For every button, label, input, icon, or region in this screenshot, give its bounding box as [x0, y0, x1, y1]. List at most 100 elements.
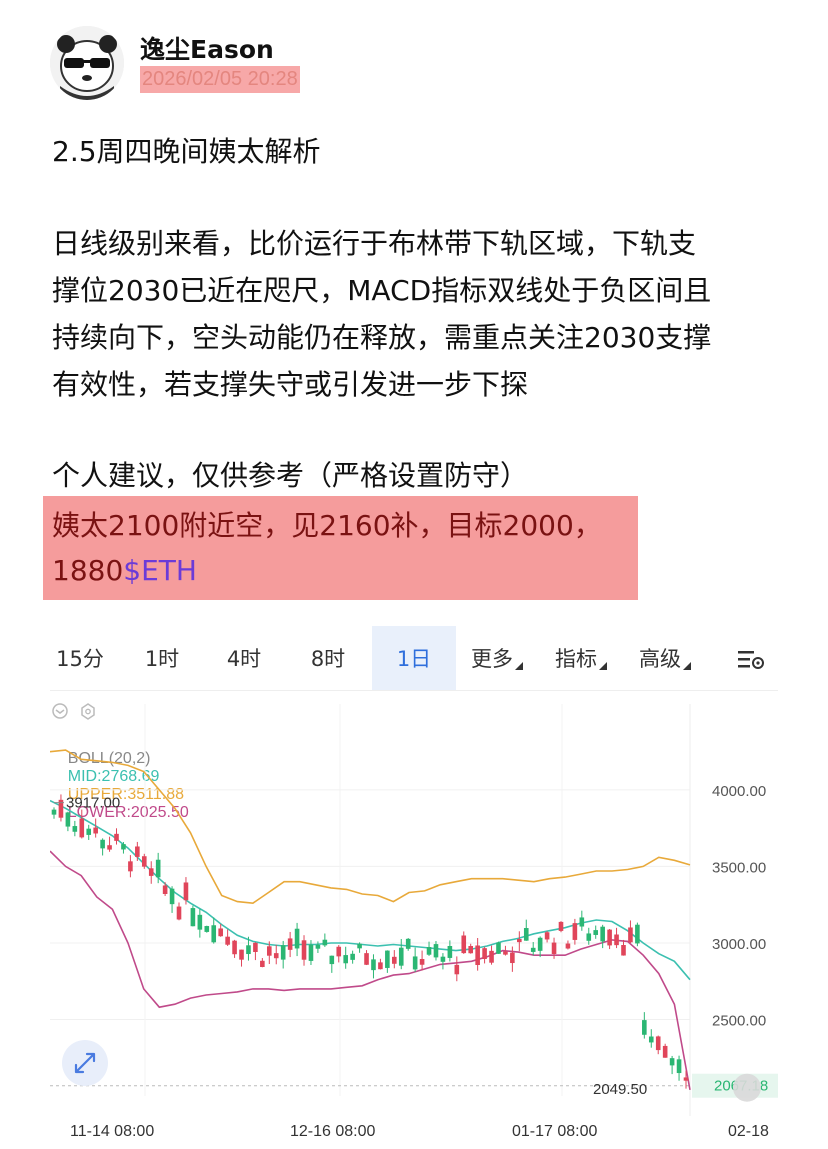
candle-body: [322, 939, 328, 946]
kline-chart-card: 15分 1时 4时 8时 1日 更多 指标 高级 BOLL(20,2) MID:…: [50, 626, 778, 1146]
analysis-line-4: 有效性，若支撑失守或引发进一步下探: [52, 368, 529, 401]
candle-body: [419, 959, 425, 965]
candle-body: [558, 921, 564, 931]
candle-body: [169, 888, 175, 905]
y-axis-label: 3500.00: [712, 859, 766, 876]
candle-body: [440, 956, 446, 962]
candle-body: [461, 935, 467, 954]
candle-body: [405, 938, 411, 949]
candle-body: [273, 953, 279, 959]
candle-body: [426, 947, 432, 955]
candle-body: [197, 914, 203, 930]
candle-body: [642, 1020, 647, 1035]
candle-body: [51, 809, 57, 815]
candle-body: [454, 964, 460, 975]
candle-body: [544, 932, 550, 940]
avatar[interactable]: [50, 26, 124, 100]
low-marker-label: 2049.50: [593, 1081, 647, 1098]
candle-body: [385, 950, 390, 968]
x-axis-label: 11-14 08:00: [70, 1123, 154, 1140]
x-axis-label: 01-17 08:00: [512, 1123, 598, 1140]
analysis-line-3: 持续向下，空头动能仍在释放，需重点关注2030支撑: [52, 321, 712, 354]
candle-body: [141, 856, 147, 867]
candle-body: [475, 945, 480, 966]
x-axis-label: 12-16 08:00: [290, 1123, 376, 1140]
candle-body: [225, 936, 230, 945]
candle-body: [148, 868, 154, 876]
candle-body: [433, 944, 439, 958]
candle-body: [350, 953, 355, 960]
candle-body: [683, 1077, 689, 1081]
x-axis-label: 02-18: [728, 1123, 769, 1140]
candle-body: [364, 953, 369, 965]
boll-mid-line: [50, 799, 691, 981]
candle-body: [329, 955, 335, 965]
analysis-line-1: 日线级别来看，比价运行于布林带下轨区域，下轨支: [52, 227, 697, 260]
candle-body: [86, 828, 92, 835]
candle-body: [392, 956, 397, 964]
candle-body: [308, 944, 314, 961]
analysis-line-2: 撑位2030已近在咫尺，MACD指标双线处于负区间且: [52, 274, 712, 307]
trade-target-2: 1880: [52, 554, 124, 587]
kline-plot[interactable]: 4000.00 3500.00 3000.00 2500.00 3917.00 2049.…: [50, 626, 778, 1146]
candle-body: [607, 929, 612, 946]
candle-body: [517, 939, 522, 943]
expand-icon: [74, 1052, 96, 1074]
candle-body: [378, 962, 383, 970]
candle-body: [447, 946, 453, 958]
candle-body: [357, 943, 362, 949]
candle-body: [218, 928, 223, 937]
candle-body: [204, 926, 210, 932]
candle-body: [523, 928, 529, 941]
boll-lower-line: [50, 850, 691, 1091]
candle-body: [135, 846, 140, 857]
candle-body: [183, 882, 189, 901]
candle-body: [371, 959, 376, 971]
eth-cashtag-link[interactable]: $ETH: [123, 554, 197, 587]
candle-body: [621, 944, 626, 956]
candle-body: [565, 943, 571, 949]
candle-body: [572, 923, 578, 940]
expand-chart-button[interactable]: [62, 1040, 108, 1086]
candle-body: [635, 924, 640, 944]
y-axis-label: 2500.00: [712, 1012, 766, 1029]
author-name[interactable]: 逸尘Eason: [140, 30, 274, 66]
candle-body: [107, 845, 112, 850]
candle-body: [551, 942, 557, 954]
candle-body: [593, 930, 599, 935]
candle-body: [239, 949, 244, 960]
y-axis-label: 4000.00: [712, 783, 766, 800]
candle-body: [100, 839, 105, 849]
boll-upper-line: [50, 749, 691, 905]
candle-body: [662, 1045, 668, 1058]
candle-body: [232, 940, 237, 955]
candle-body: [211, 925, 217, 943]
candle-body: [162, 885, 168, 894]
candle-body: [648, 1036, 654, 1043]
candle-body: [655, 1036, 661, 1051]
candle-body: [510, 952, 515, 964]
candle-body: [482, 948, 487, 960]
candle-body: [65, 812, 71, 827]
candle-body: [128, 861, 133, 872]
candle-body: [503, 951, 508, 955]
candle-body: [287, 938, 293, 950]
candle-body: [253, 942, 258, 952]
candle-body: [114, 833, 119, 841]
trade-line-1: 姨太2100附近空，见2160补，目标2000，: [52, 509, 602, 542]
suggestion-text: 个人建议，仅供参考（严格设置防守）: [52, 459, 529, 492]
candle-body: [579, 917, 585, 927]
candle-body: [260, 960, 265, 967]
candle-body: [301, 940, 307, 960]
candle-body: [676, 1059, 682, 1074]
candle-body: [294, 928, 300, 949]
candle-body: [468, 946, 474, 954]
candle-body: [537, 937, 543, 951]
candle-body: [266, 946, 272, 956]
candle-body: [336, 946, 342, 957]
post-timestamp: 2026/02/05 20:28: [140, 66, 300, 93]
y-axis-label: 3000.00: [712, 936, 766, 953]
high-marker-label: 3917.00: [66, 795, 120, 812]
crosshair-reset-icon: [733, 1073, 761, 1102]
candle-body: [343, 955, 348, 964]
